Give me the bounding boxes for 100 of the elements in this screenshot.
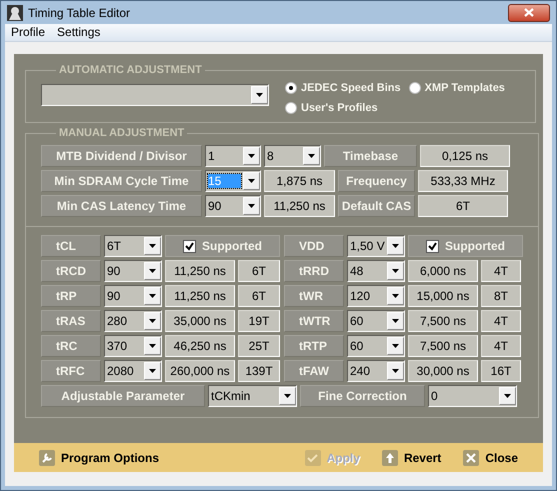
dropdown[interactable]: 90 [104, 285, 162, 307]
dropdown[interactable]: 8 [264, 145, 321, 167]
caret-icon [387, 262, 404, 280]
dropdown[interactable]: 0 [428, 385, 517, 407]
parameter-label: tRAS [41, 310, 101, 332]
caret-icon [144, 237, 161, 255]
close-button[interactable] [508, 4, 550, 22]
time-value: 35,000 ns [165, 310, 235, 332]
time-value: 11,250 ns [165, 285, 235, 307]
dropdown[interactable]: 60 [347, 335, 405, 357]
time-value: 46,250 ns [165, 335, 235, 357]
setting-label: MTB Dividend / Divisor [41, 145, 202, 167]
caret-icon [387, 312, 404, 330]
parameter-label: tRCD [41, 260, 101, 282]
caret-icon [144, 312, 161, 330]
caret-icon [279, 387, 296, 405]
caret-icon [387, 362, 404, 380]
caret-icon [144, 362, 161, 380]
menu-item[interactable]: Settings [51, 24, 106, 41]
time-value: 7,500 ns [408, 310, 478, 332]
caret-icon [144, 262, 161, 280]
parameter-label: tRC [41, 335, 101, 357]
caret-icon [243, 147, 260, 165]
cycles-value: 6T [238, 285, 280, 307]
time-value: 15,000 ns [408, 285, 478, 307]
footer-button[interactable]: Revert [382, 450, 442, 466]
app-icon [7, 4, 23, 20]
section-title: MANUAL ADJUSTMENT [58, 127, 186, 139]
time-value: 30,000 ns [408, 360, 478, 382]
cycles-value: 6T [238, 260, 280, 282]
dropdown[interactable]: 370 [104, 335, 162, 357]
dropdown[interactable]: 280 [104, 310, 162, 332]
dropdown[interactable]: 90 [205, 195, 261, 217]
caret-icon [387, 287, 404, 305]
info-label: Timebase [324, 145, 417, 167]
time-value: 11,250 ns [165, 260, 235, 282]
radio-icon[interactable] [285, 82, 297, 94]
time-value: 7,500 ns [408, 335, 478, 357]
window-title: Timing Table Editor [28, 6, 132, 20]
parameter-label: tRRD [284, 260, 344, 282]
profile-dropdown[interactable] [41, 84, 269, 106]
parameter-label: tFAW [284, 360, 344, 382]
checkbox[interactable] [183, 240, 196, 252]
dropdown[interactable]: 240 [347, 360, 405, 382]
radio-icon[interactable] [285, 102, 297, 114]
dropdown[interactable]: 1 [205, 145, 261, 167]
cycles-value: 16T [481, 360, 521, 382]
dropdown[interactable]: 60 [347, 310, 405, 332]
caret-icon [144, 337, 161, 355]
dropdown[interactable]: 2080 [104, 360, 162, 382]
info-value: 533,33 MHz [418, 170, 508, 192]
info-value: 6T [418, 195, 508, 217]
cycles-value: 25T [238, 335, 280, 357]
time-value: 1,875 ns [264, 170, 335, 192]
parameter-label: tRTP [284, 335, 344, 357]
radio-icon[interactable] [408, 82, 421, 94]
caret-icon [303, 147, 320, 165]
setting-label: Min SDRAM Cycle Time [41, 170, 202, 192]
caret-icon [387, 237, 404, 255]
setting-label: Adjustable Parameter [41, 385, 205, 407]
time-value: 260,000 ns [165, 360, 235, 382]
cycles-value: 139T [238, 360, 280, 382]
caret-icon [144, 287, 161, 305]
checkbox[interactable] [426, 240, 439, 252]
time-value: 6,000 ns [408, 260, 478, 282]
info-value: 0,125 ns [420, 145, 510, 167]
footer-button[interactable]: Close [463, 450, 518, 466]
close-icon [524, 8, 534, 17]
dropdown[interactable]: 6T [104, 235, 162, 257]
info-label: Frequency [338, 170, 415, 192]
cycles-value: 4T [481, 260, 521, 282]
caret-icon [243, 172, 260, 190]
menu-item[interactable]: Profile [5, 24, 52, 41]
footer-button[interactable]: Program Options [39, 450, 160, 466]
section-title: AUTOMATIC ADJUSTMENT [58, 64, 203, 76]
wrench-icon [39, 450, 55, 466]
cycles-value: 19T [238, 310, 280, 332]
checkbox-label: Supported [202, 239, 262, 253]
caret-icon [499, 387, 516, 405]
caret-icon [251, 86, 268, 104]
dropdown[interactable]: 48 [347, 260, 405, 282]
parameter-label: tCL [41, 235, 101, 257]
close-icon [463, 450, 480, 466]
caret-icon [387, 337, 404, 355]
dropdown[interactable]: 1,50 V [347, 235, 405, 257]
parameter-label: tRFC [41, 360, 101, 382]
time-value: 11,250 ns [264, 195, 335, 217]
dropdown[interactable]: 120 [347, 285, 405, 307]
parameter-label: VDD [284, 235, 344, 257]
caret-icon [243, 197, 260, 215]
info-label: Default CAS [338, 195, 415, 217]
check-icon [304, 450, 321, 466]
setting-label: Min CAS Latency Time [41, 195, 202, 217]
cycles-value: 8T [481, 285, 521, 307]
dropdown[interactable]: 90 [104, 260, 162, 282]
setting-label: Fine Correction [300, 385, 425, 407]
dropdown[interactable]: tCKmin [208, 385, 297, 407]
cycles-value: 4T [481, 310, 521, 332]
parameter-label: tWTR [284, 310, 344, 332]
parameter-label: tWR [284, 285, 344, 307]
